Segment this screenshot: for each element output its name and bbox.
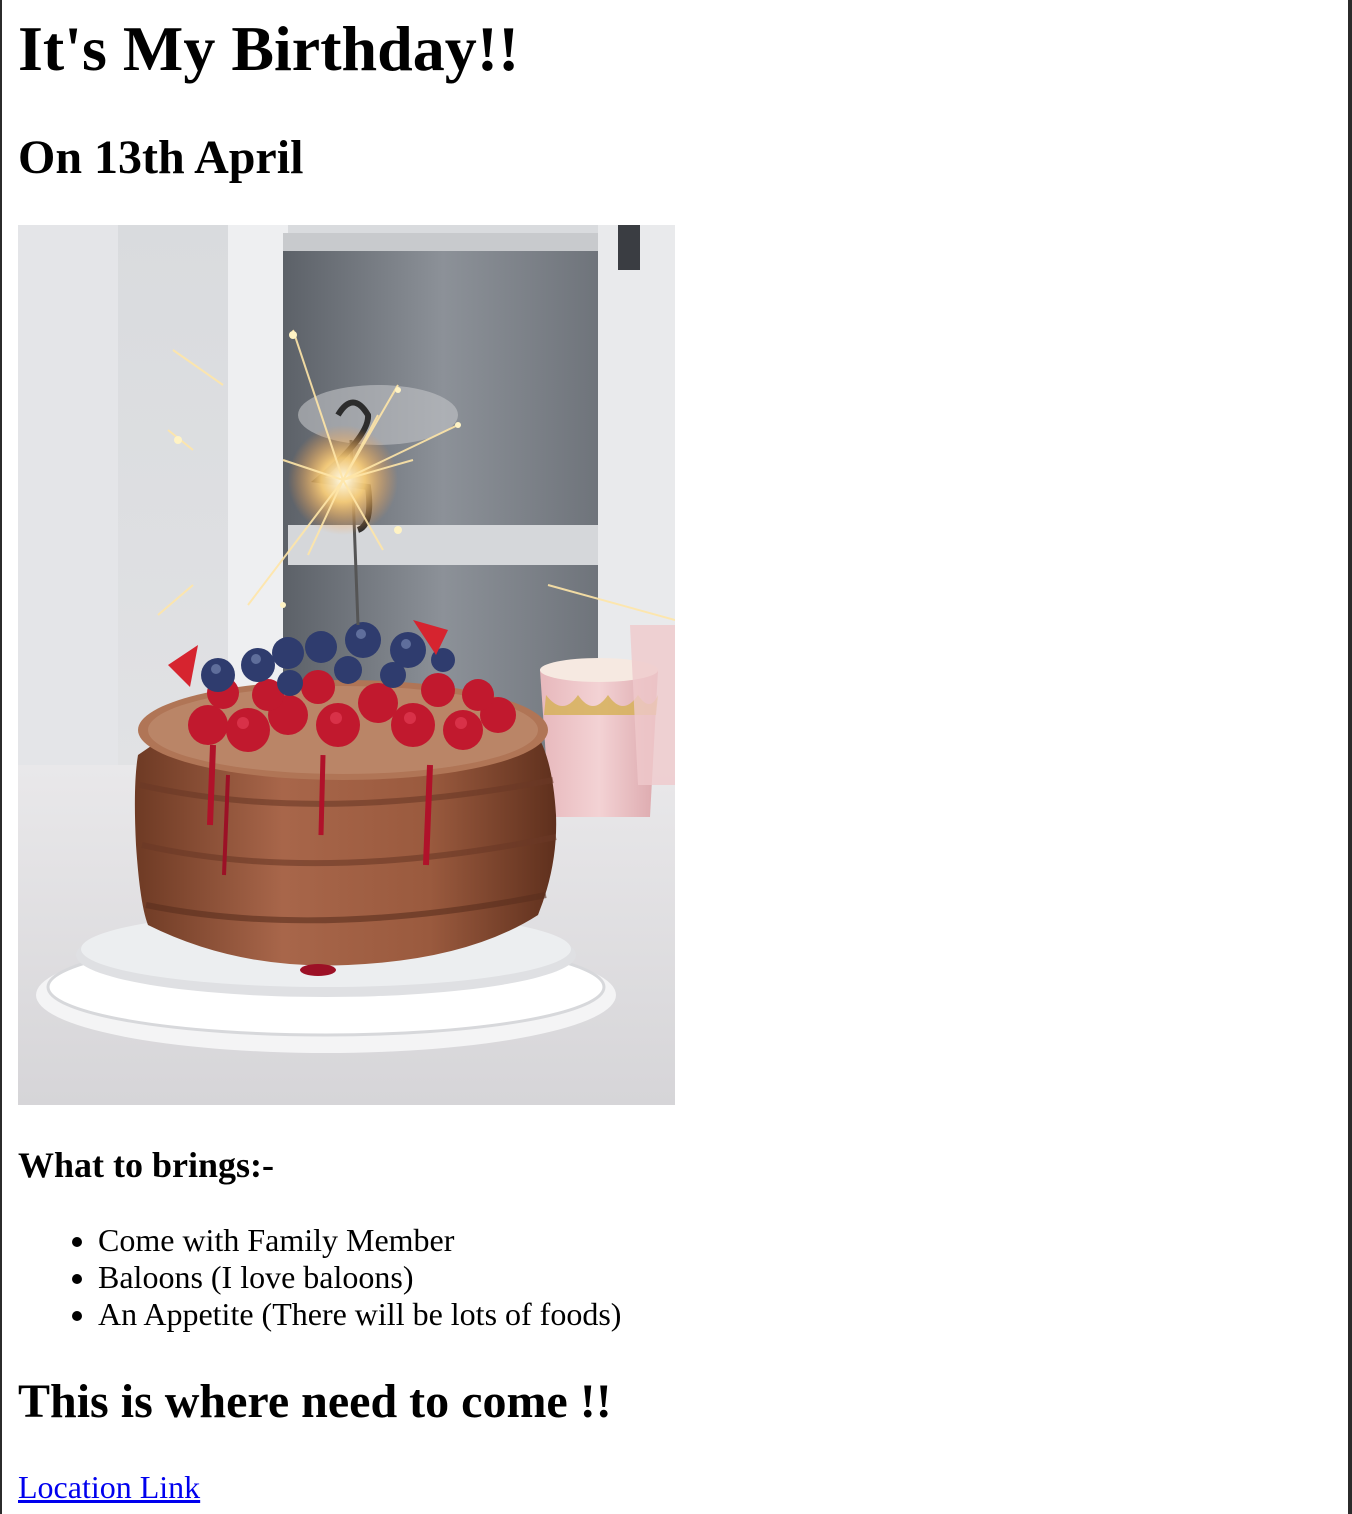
list-item: An Appetite (There will be lots of foods… <box>98 1296 621 1333</box>
birthday-cake-photo <box>18 225 675 1105</box>
date-heading: On 13th April <box>18 131 304 184</box>
window-right-border <box>1348 0 1352 1514</box>
location-link[interactable]: Location Link <box>18 1467 200 1507</box>
list-item: Baloons (I love baloons) <box>98 1259 621 1296</box>
location-heading: This is where need to come !! <box>18 1375 612 1428</box>
what-to-bring-heading: What to brings:- <box>18 1145 275 1185</box>
list-item: Come with Family Member <box>98 1222 621 1259</box>
page-title: It's My Birthday!! <box>18 13 520 84</box>
window-left-border <box>0 0 2 1514</box>
bring-list: Come with Family Member Baloons (I love … <box>18 1222 621 1333</box>
